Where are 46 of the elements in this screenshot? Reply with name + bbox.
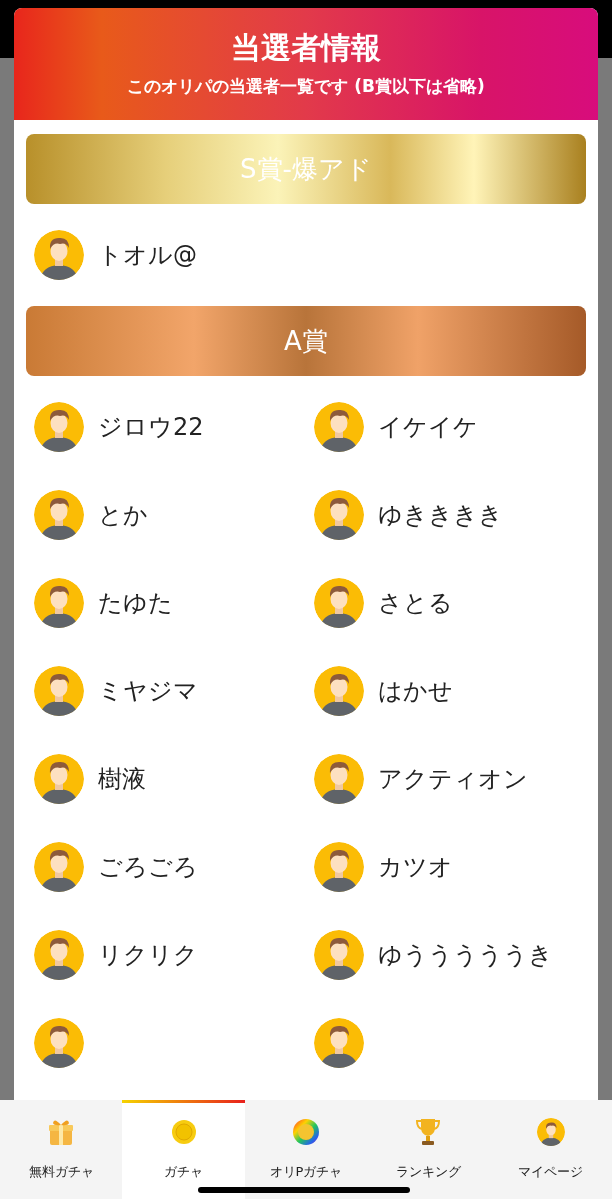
nav-label: ガチャ	[164, 1163, 204, 1181]
avatar-icon	[314, 754, 364, 804]
prize-header: A賞	[26, 306, 586, 376]
avatar-icon	[34, 754, 84, 804]
winner-name: トオル@	[98, 240, 197, 271]
avatar-icon	[34, 230, 84, 280]
dialog-title: 当選者情報	[231, 28, 381, 66]
avatar-icon	[34, 1018, 84, 1068]
avatar-icon	[34, 402, 84, 452]
winner-name: ジロウ22	[98, 412, 204, 443]
winner-name: カツオ	[378, 852, 453, 883]
winner-name: アクティオン	[378, 764, 528, 795]
avatar-icon	[314, 402, 364, 452]
winner-name: 樹液	[98, 764, 146, 795]
winner-name: ゆうううううき	[378, 940, 553, 971]
avatar-icon	[314, 1018, 364, 1068]
winner-name: ごろごろ	[98, 852, 198, 883]
avatar-icon	[34, 490, 84, 540]
nav-tab[interactable]: ガチャ	[122, 1100, 245, 1199]
avatar-icon	[314, 842, 364, 892]
avatar-icon	[314, 666, 364, 716]
avatar-icon	[536, 1118, 565, 1146]
winner-name: イケイケ	[378, 412, 478, 443]
winner-name: ゆきききき	[378, 500, 503, 531]
coin-icon	[170, 1119, 197, 1145]
nav-label: マイページ	[518, 1163, 584, 1181]
rainbow-badge-icon	[292, 1118, 320, 1146]
avatar-icon	[34, 578, 84, 628]
nav-label: ランキング	[395, 1163, 461, 1181]
winner-name: とか	[98, 500, 148, 531]
nav-label: 無料ガチャ	[28, 1163, 94, 1181]
trophy-icon	[416, 1117, 441, 1147]
avatar-icon	[34, 930, 84, 980]
winner-name: ミヤジマ	[98, 676, 198, 707]
nav-label: オリPガチャ	[269, 1163, 343, 1181]
avatar-icon	[314, 490, 364, 540]
prize-header: S賞-爆アド	[26, 134, 586, 204]
avatar-icon	[34, 842, 84, 892]
avatar-icon	[34, 666, 84, 716]
winner-name: さとる	[378, 588, 453, 619]
avatar-icon	[314, 930, 364, 980]
avatar-icon	[314, 578, 364, 628]
dialog-subtitle: このオリパの当選者一覧です (B賞以下は省略)	[127, 75, 485, 98]
winner-name: はかせ	[378, 676, 453, 707]
winner-name: たゆた	[98, 588, 173, 619]
winner-name: リクリク	[98, 940, 198, 971]
